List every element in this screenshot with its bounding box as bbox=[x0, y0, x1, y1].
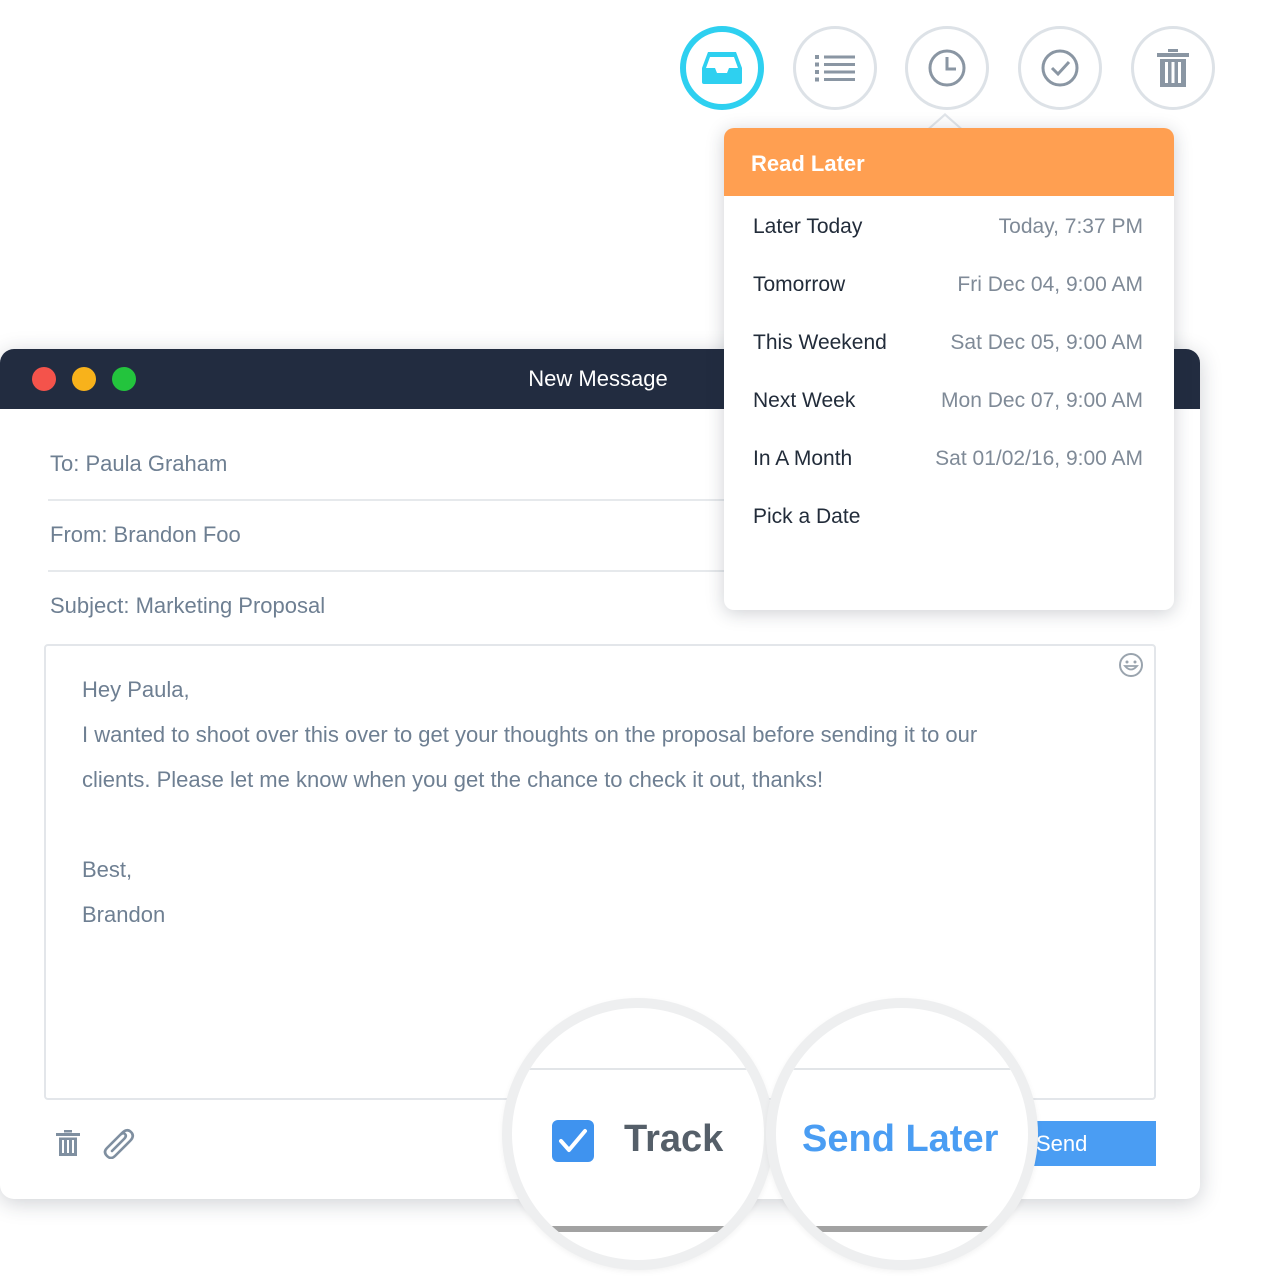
checkmark-icon bbox=[559, 1129, 587, 1152]
dropdown-item-tomorrow[interactable]: Tomorrow Fri Dec 04, 9:00 AM bbox=[724, 259, 1174, 311]
body-signoff: Best, bbox=[82, 857, 133, 882]
dropdown-item-label: This Weekend bbox=[753, 331, 887, 354]
trash-icon bbox=[1156, 49, 1190, 87]
divider bbox=[776, 1068, 1028, 1070]
dropdown-item-label: Tomorrow bbox=[753, 273, 846, 296]
inbox-button[interactable] bbox=[680, 26, 764, 110]
discard-draft-trash-icon[interactable] bbox=[56, 1130, 80, 1161]
dropdown-header: Read Later bbox=[724, 128, 1174, 196]
send-later-magnifier: Send Later bbox=[766, 998, 1038, 1270]
track-checkbox[interactable] bbox=[552, 1120, 594, 1162]
dropdown-item-later-today[interactable]: Later Today Today, 7:37 PM bbox=[724, 201, 1174, 253]
dropdown-item-label: Pick a Date bbox=[753, 505, 861, 528]
dropdown-item-time: Mon Dec 07, 9:00 AM bbox=[941, 389, 1143, 412]
dropdown-item-label: In A Month bbox=[753, 447, 853, 470]
list-icon bbox=[815, 54, 855, 82]
body-line: I wanted to shoot over this over to get … bbox=[82, 722, 978, 747]
trash-button[interactable] bbox=[1131, 26, 1215, 110]
body-signature: Brandon bbox=[82, 902, 166, 927]
read-later-button[interactable] bbox=[905, 26, 989, 110]
dropdown-item-next-week[interactable]: Next Week Mon Dec 07, 9:00 AM bbox=[724, 375, 1174, 427]
clock-icon bbox=[927, 48, 967, 88]
done-button[interactable] bbox=[1018, 26, 1102, 110]
track-magnifier: Track bbox=[502, 998, 774, 1270]
read-later-dropdown: Read Later Later Today Today, 7:37 PM To… bbox=[724, 128, 1174, 610]
inbox-tray-icon bbox=[700, 50, 744, 86]
divider bbox=[512, 1226, 764, 1232]
dropdown-item-label: Later Today bbox=[753, 215, 863, 238]
checkmark-icon bbox=[1040, 48, 1080, 88]
body-line: clients. Please let me know when you get… bbox=[82, 767, 824, 792]
body-greeting: Hey Paula, bbox=[82, 677, 190, 702]
dropdown-item-time: Sat Dec 05, 9:00 AM bbox=[950, 331, 1143, 354]
divider bbox=[776, 1226, 1028, 1232]
dropdown-title: Read Later bbox=[751, 151, 865, 176]
track-label: Track bbox=[624, 1118, 724, 1160]
dropdown-item-label: Next Week bbox=[753, 389, 856, 412]
list-button[interactable] bbox=[793, 26, 877, 110]
dropdown-item-this-weekend[interactable]: This Weekend Sat Dec 05, 9:00 AM bbox=[724, 317, 1174, 369]
dropdown-item-time: Sat 01/02/16, 9:00 AM bbox=[935, 447, 1143, 470]
attachment-paperclip-icon[interactable] bbox=[102, 1127, 136, 1164]
dropdown-item-time: Today, 7:37 PM bbox=[998, 215, 1143, 238]
smiley-icon[interactable] bbox=[1118, 652, 1144, 683]
dropdown-item-pick-a-date[interactable]: Pick a Date bbox=[724, 491, 1174, 543]
send-later-button[interactable]: Send Later bbox=[802, 1118, 998, 1161]
divider bbox=[512, 1068, 764, 1070]
dropdown-item-time: Fri Dec 04, 9:00 AM bbox=[957, 273, 1143, 296]
dropdown-item-in-a-month[interactable]: In A Month Sat 01/02/16, 9:00 AM bbox=[724, 433, 1174, 485]
